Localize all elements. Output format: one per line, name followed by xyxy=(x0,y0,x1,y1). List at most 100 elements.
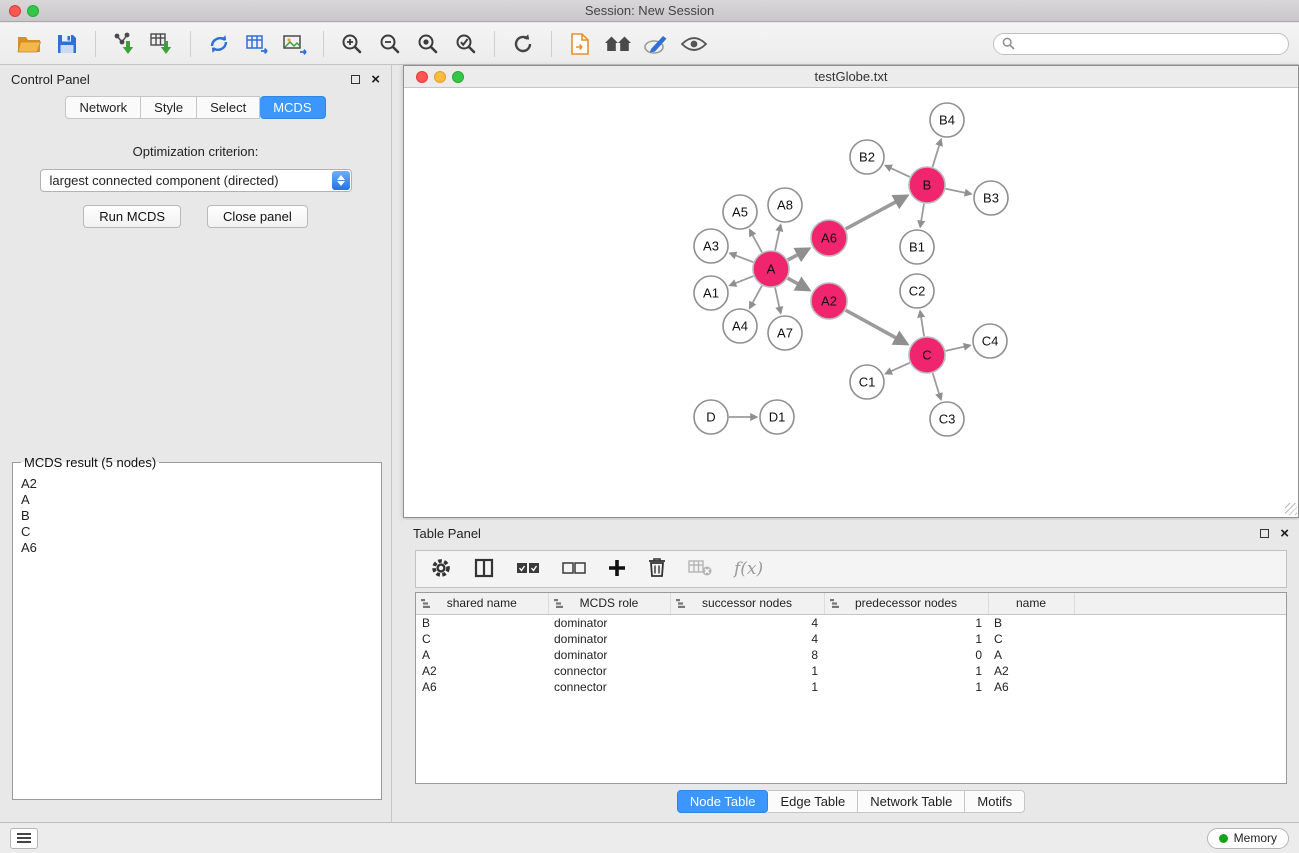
zoom-network-window-icon[interactable] xyxy=(452,71,464,83)
tab-style[interactable]: Style xyxy=(141,96,197,119)
graph-edge-B-B4[interactable] xyxy=(933,139,941,166)
window-resize-grip[interactable] xyxy=(1285,503,1297,515)
column-header-successor-nodes[interactable]: successor nodes xyxy=(670,593,824,614)
main-toolbar xyxy=(0,23,1299,65)
graph-edge-A6-B[interactable] xyxy=(846,196,907,229)
criterion-dropdown[interactable]: largest connected component (directed) xyxy=(40,169,352,192)
mcds-result-box: MCDS result (5 nodes) A2 A B C A6 xyxy=(12,455,382,800)
table-row[interactable]: Adominator80A xyxy=(416,647,1286,663)
graph-edge-A2-C[interactable] xyxy=(846,310,907,344)
tab-motifs[interactable]: Motifs xyxy=(965,790,1025,813)
column-header-shared-name[interactable]: shared name xyxy=(416,593,548,614)
import-network-icon[interactable] xyxy=(105,27,143,61)
close-network-window-icon[interactable] xyxy=(416,71,428,83)
graph-node-label-A3: A3 xyxy=(703,239,719,254)
task-history-button[interactable] xyxy=(10,828,38,849)
close-table-panel-icon[interactable]: × xyxy=(1280,526,1289,541)
table-row[interactable]: Bdominator41B xyxy=(416,614,1286,631)
graph-edge-A-A3[interactable] xyxy=(730,253,753,262)
graph-node-label-C3: C3 xyxy=(939,412,956,427)
graph-edge-A-A8[interactable] xyxy=(775,225,781,251)
search-input[interactable] xyxy=(1020,37,1280,51)
tab-select[interactable]: Select xyxy=(197,96,260,119)
graph-edge-C-C2[interactable] xyxy=(920,311,924,336)
columns-icon[interactable] xyxy=(474,558,494,581)
table-row[interactable]: A6connector11A6 xyxy=(416,679,1286,695)
close-panel-icon[interactable]: × xyxy=(371,72,380,87)
zoom-window-icon[interactable] xyxy=(27,5,39,17)
graph-node-label-C1: C1 xyxy=(859,375,876,390)
graph-edge-B-B2[interactable] xyxy=(885,166,909,177)
tab-mcds[interactable]: MCDS xyxy=(260,96,325,119)
style-brush-icon[interactable] xyxy=(637,27,675,61)
column-header-name[interactable]: name xyxy=(988,593,1074,614)
export-network-icon[interactable] xyxy=(561,27,599,61)
close-panel-button[interactable]: Close panel xyxy=(207,205,308,228)
export-image-icon[interactable] xyxy=(276,27,314,61)
fx-button[interactable]: f(x) xyxy=(734,559,763,579)
control-panel-title: Control Panel xyxy=(11,72,90,87)
result-item[interactable]: A2 xyxy=(19,476,375,492)
table-row[interactable]: A2connector11A2 xyxy=(416,663,1286,679)
graph-node-label-D: D xyxy=(706,410,715,425)
zoom-fit-icon[interactable] xyxy=(409,27,447,61)
open-session-icon[interactable] xyxy=(10,27,48,61)
network-graph[interactable]: B4B2BB3A5A8A6A3B1AC2A1A2A4A7C4CC1DD1C3 xyxy=(404,88,1298,516)
column-header-mcds-role[interactable]: MCDS role xyxy=(548,593,670,614)
deselect-all-icon[interactable] xyxy=(562,561,586,578)
close-window-icon[interactable] xyxy=(9,5,21,17)
zoom-selected-icon[interactable] xyxy=(447,27,485,61)
add-row-icon[interactable] xyxy=(608,559,626,580)
new-network-icon[interactable] xyxy=(200,27,238,61)
delete-row-icon[interactable] xyxy=(648,557,666,581)
graph-node-label-B4: B4 xyxy=(939,113,955,128)
column-header-predecessor-nodes[interactable]: predecessor nodes xyxy=(824,593,988,614)
run-mcds-button[interactable]: Run MCDS xyxy=(83,205,181,228)
result-item[interactable]: B xyxy=(19,508,375,524)
graph-node-label-B3: B3 xyxy=(983,191,999,206)
graph-edge-A-A1[interactable] xyxy=(730,276,754,285)
graph-edge-A-A5[interactable] xyxy=(750,230,762,252)
zoom-out-icon[interactable] xyxy=(371,27,409,61)
network-window-titlebar[interactable]: testGlobe.txt xyxy=(404,66,1298,88)
search-field[interactable] xyxy=(993,33,1289,55)
graph-edge-A-A4[interactable] xyxy=(750,286,762,308)
graph-edge-C-C1[interactable] xyxy=(886,363,910,374)
graph-edge-A-A6[interactable] xyxy=(788,249,809,260)
settings-gear-icon[interactable] xyxy=(430,557,452,582)
import-table-icon[interactable] xyxy=(143,27,181,61)
graph-node-label-B: B xyxy=(923,178,932,193)
graph-edge-C-C3[interactable] xyxy=(933,373,941,399)
save-session-icon[interactable] xyxy=(48,27,86,61)
new-table-icon[interactable] xyxy=(238,27,276,61)
delete-table-icon[interactable] xyxy=(688,559,712,580)
graph-edge-B-B1[interactable] xyxy=(920,204,924,227)
float-table-panel-icon[interactable] xyxy=(1260,529,1269,538)
minimize-network-window-icon[interactable] xyxy=(434,71,446,83)
result-item[interactable]: A6 xyxy=(19,540,375,556)
zoom-in-icon[interactable] xyxy=(333,27,371,61)
result-item[interactable]: C xyxy=(19,524,375,540)
result-item[interactable]: A xyxy=(19,492,375,508)
toggle-visibility-icon[interactable] xyxy=(675,27,713,61)
select-all-icon[interactable] xyxy=(516,561,540,578)
memory-button[interactable]: Memory xyxy=(1207,828,1289,849)
table-tabs: Node Table Edge Table Network Table Moti… xyxy=(403,790,1299,813)
tab-network[interactable]: Network xyxy=(65,96,141,119)
float-panel-icon[interactable] xyxy=(351,75,360,84)
refresh-icon[interactable] xyxy=(504,27,542,61)
table-row[interactable]: Cdominator41C xyxy=(416,631,1286,647)
optimization-criterion-label: Optimization criterion: xyxy=(0,144,391,159)
graph-edge-A-A2[interactable] xyxy=(788,278,809,290)
network-canvas[interactable]: B4B2BB3A5A8A6A3B1AC2A1A2A4A7C4CC1DD1C3 xyxy=(404,88,1298,516)
tab-edge-table[interactable]: Edge Table xyxy=(768,790,858,813)
graph-edge-B-B3[interactable] xyxy=(946,189,971,194)
graph-edge-A-A7[interactable] xyxy=(775,288,781,314)
graph-node-label-B2: B2 xyxy=(859,150,875,165)
graph-edge-C-C4[interactable] xyxy=(946,345,971,350)
column-header-filler xyxy=(1074,593,1286,614)
home-networks-icon[interactable] xyxy=(599,27,637,61)
tab-network-table[interactable]: Network Table xyxy=(858,790,965,813)
node-table[interactable]: shared name MCDS role successor nodes pr… xyxy=(415,592,1287,784)
tab-node-table[interactable]: Node Table xyxy=(677,790,769,813)
